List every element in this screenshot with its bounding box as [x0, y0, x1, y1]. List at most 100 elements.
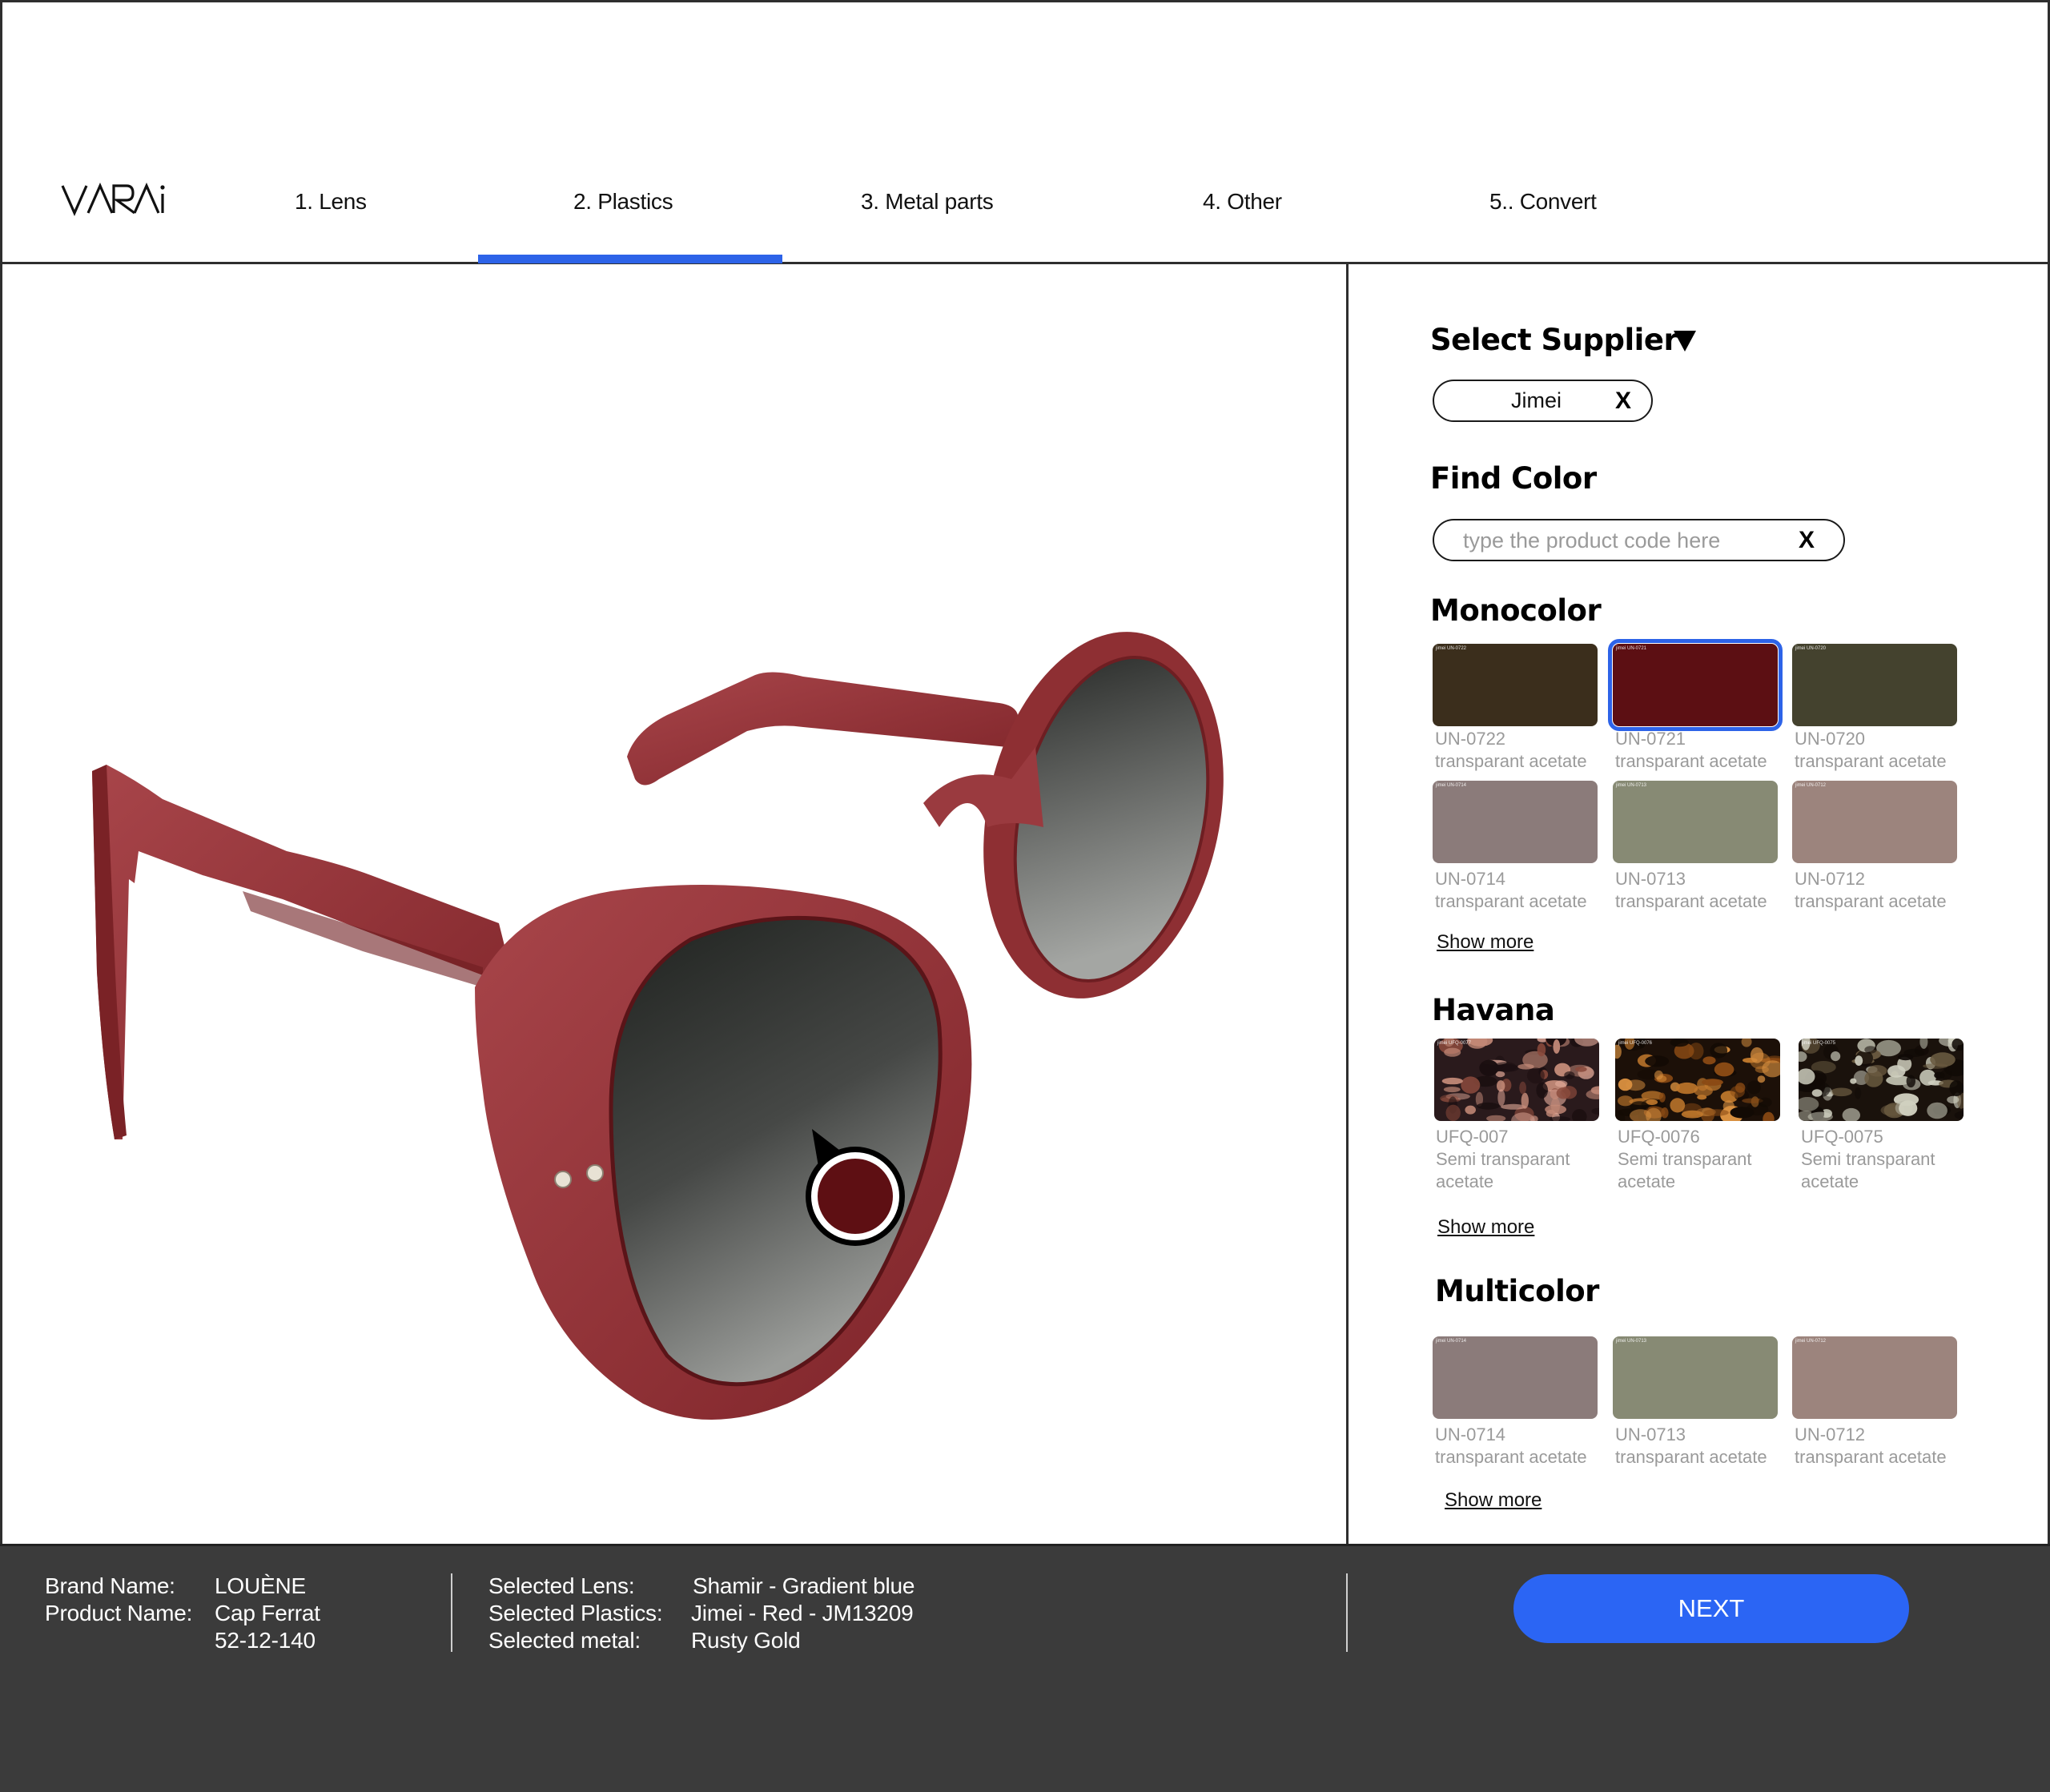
swatch-un-0722[interactable]: jimei UN-0722	[1433, 644, 1598, 726]
swatch-desc: transparant acetate	[1615, 751, 1767, 771]
tab-plastics[interactable]: 2. Plastics	[573, 189, 673, 215]
supplier-clear-icon[interactable]: X	[1615, 388, 1631, 415]
tortoise-spot	[1521, 1092, 1529, 1109]
swatch-tag: jimei UN-0720	[1795, 646, 1827, 651]
swatch-desc: Semi transparant acetate	[1436, 1149, 1570, 1191]
tortoise-spot	[1444, 1047, 1461, 1057]
tortoise-spot	[1517, 1063, 1534, 1070]
swatch-multi-un-0712[interactable]: jimei UN-0712	[1792, 1336, 1957, 1419]
swatch-tag: jimei UN-0713	[1616, 783, 1647, 788]
selected-color-dot	[818, 1159, 893, 1234]
swatch-desc: transparant acetate	[1795, 1447, 1947, 1467]
swatch-code: UN-0720	[1795, 729, 1866, 749]
swatch-multi-un-0714[interactable]: jimei UN-0714	[1433, 1336, 1598, 1419]
tortoise-spot	[1757, 1075, 1766, 1083]
tortoise-spot	[1658, 1092, 1666, 1103]
swatch-multi-un-0713[interactable]: jimei UN-0713	[1613, 1336, 1778, 1419]
sunglasses-render[interactable]	[2, 267, 1347, 1544]
swatch-tag: jimei UN-0713	[1616, 1339, 1647, 1344]
rivet	[586, 1164, 604, 1182]
tortoise-spot	[1574, 1067, 1587, 1072]
tortoise-spot	[1536, 1082, 1548, 1099]
active-tab-indicator	[478, 255, 782, 263]
tortoise-spot	[1930, 1052, 1956, 1067]
swatch-tag: jimei UN-0712	[1795, 783, 1827, 788]
tortoise-spot	[1867, 1065, 1887, 1077]
selected-plastics-label: Selected Plastics:	[488, 1601, 663, 1625]
top-navigation: 1. Lens 2. Plastics 3. Metal parts 4. Ot…	[0, 0, 2050, 264]
monocolor-title: Monocolor	[1430, 593, 1602, 628]
swatch-code: UN-0714	[1435, 1424, 1506, 1444]
swatch-tag: jimei UN-0714	[1436, 783, 1467, 788]
brand-name-label: Brand Name:	[45, 1573, 175, 1598]
front-temple	[92, 765, 515, 1139]
color-marker-pin[interactable]	[798, 1129, 910, 1249]
tortoise-spot	[1497, 1089, 1505, 1107]
swatch-un-0721[interactable]: jimei UN-0721	[1608, 639, 1783, 731]
tortoise-spot	[1670, 1039, 1689, 1047]
swatch-ufq-0075[interactable]: jimei UFQ-0075	[1799, 1039, 1964, 1121]
swatch-tag: jimei UFQ-0075	[1802, 1041, 1836, 1046]
swatch-ufq-0076[interactable]: jimei UFQ-0076	[1615, 1039, 1780, 1121]
varai-logo	[61, 183, 165, 216]
rivet	[554, 1171, 572, 1188]
color-search-input[interactable]	[1463, 526, 1775, 555]
product-3d-viewer[interactable]	[2, 267, 1347, 1544]
tortoise-spot	[1855, 1055, 1863, 1066]
tortoise-spot	[1654, 1070, 1663, 1080]
tortoise-spot	[1811, 1089, 1823, 1097]
multicolor-show-more-link[interactable]: Show more	[1445, 1489, 1542, 1512]
supplier-dropdown-icon[interactable]	[1674, 331, 1696, 352]
tortoise-spot	[1747, 1080, 1761, 1095]
multicolor-title: Multicolor	[1435, 1274, 1599, 1308]
swatch-code: UFQ-0075	[1801, 1127, 1883, 1147]
tortoise-spot	[1519, 1081, 1526, 1095]
tortoise-spot	[1675, 1082, 1698, 1095]
swatch-code: UN-0722	[1435, 729, 1506, 749]
swatch-desc: Semi transparant acetate	[1801, 1149, 1935, 1191]
tortoise-spot	[1831, 1051, 1841, 1062]
tortoise-spot	[1618, 1095, 1634, 1107]
swatch-desc: transparant acetate	[1435, 751, 1587, 771]
tab-other[interactable]: 4. Other	[1203, 189, 1282, 215]
tortoise-spot	[1927, 1102, 1948, 1119]
tortoise-spot	[1831, 1087, 1852, 1097]
tortoise-spot	[1546, 1109, 1556, 1117]
swatch-code: UFQ-007	[1436, 1127, 1509, 1147]
tab-convert[interactable]: 5.. Convert	[1489, 189, 1597, 215]
tortoise-spot	[1850, 1078, 1857, 1084]
tortoise-spot	[1477, 1102, 1500, 1110]
tortoise-spot	[1947, 1095, 1960, 1104]
swatch-ufq-007[interactable]: jimei UFQ-0077	[1434, 1039, 1599, 1121]
search-clear-icon[interactable]: X	[1799, 527, 1815, 554]
color-search-field: X	[1433, 519, 1845, 561]
tortoise-spot	[1906, 1075, 1915, 1088]
tortoise-spot	[1887, 1065, 1906, 1078]
selected-metal-value: Rusty Gold	[691, 1628, 801, 1653]
plastics-selection-panel: Select Supplier Jimei X Find Color X Mon…	[1349, 267, 2048, 1544]
tortoise-spot	[1564, 1071, 1575, 1079]
tortoise-spot	[1626, 1079, 1646, 1091]
swatch-un-0712[interactable]: jimei UN-0712	[1792, 781, 1957, 863]
selected-lens-value: Shamir - Gradient blue	[693, 1573, 915, 1598]
supplier-chip[interactable]: Jimei X	[1433, 380, 1653, 422]
tortoise-spot	[1441, 1077, 1463, 1085]
swatch-un-0720[interactable]: jimei UN-0720	[1792, 644, 1957, 726]
monocolor-show-more-link[interactable]: Show more	[1437, 931, 1533, 954]
swatch-code: UN-0712	[1795, 869, 1866, 889]
swatch-un-0714[interactable]: jimei UN-0714	[1433, 781, 1598, 863]
tortoise-spot	[1701, 1079, 1723, 1086]
tortoise-spot	[1688, 1043, 1704, 1060]
supplier-chip-label: Jimei	[1511, 388, 1562, 412]
tab-lens[interactable]: 1. Lens	[295, 189, 367, 215]
swatch-un-0713[interactable]: jimei UN-0713	[1613, 781, 1778, 863]
tortoise-spot	[1855, 1087, 1862, 1099]
footer-divider	[1346, 1573, 1348, 1652]
tortoise-spot	[1556, 1087, 1571, 1099]
swatch-desc: transparant acetate	[1795, 751, 1947, 771]
tortoise-spot	[1645, 1055, 1670, 1067]
tab-metal-parts[interactable]: 3. Metal parts	[861, 189, 994, 215]
swatch-code: UN-0712	[1795, 1424, 1866, 1444]
next-button[interactable]: NEXT	[1513, 1574, 1909, 1643]
havana-show-more-link[interactable]: Show more	[1437, 1216, 1534, 1239]
